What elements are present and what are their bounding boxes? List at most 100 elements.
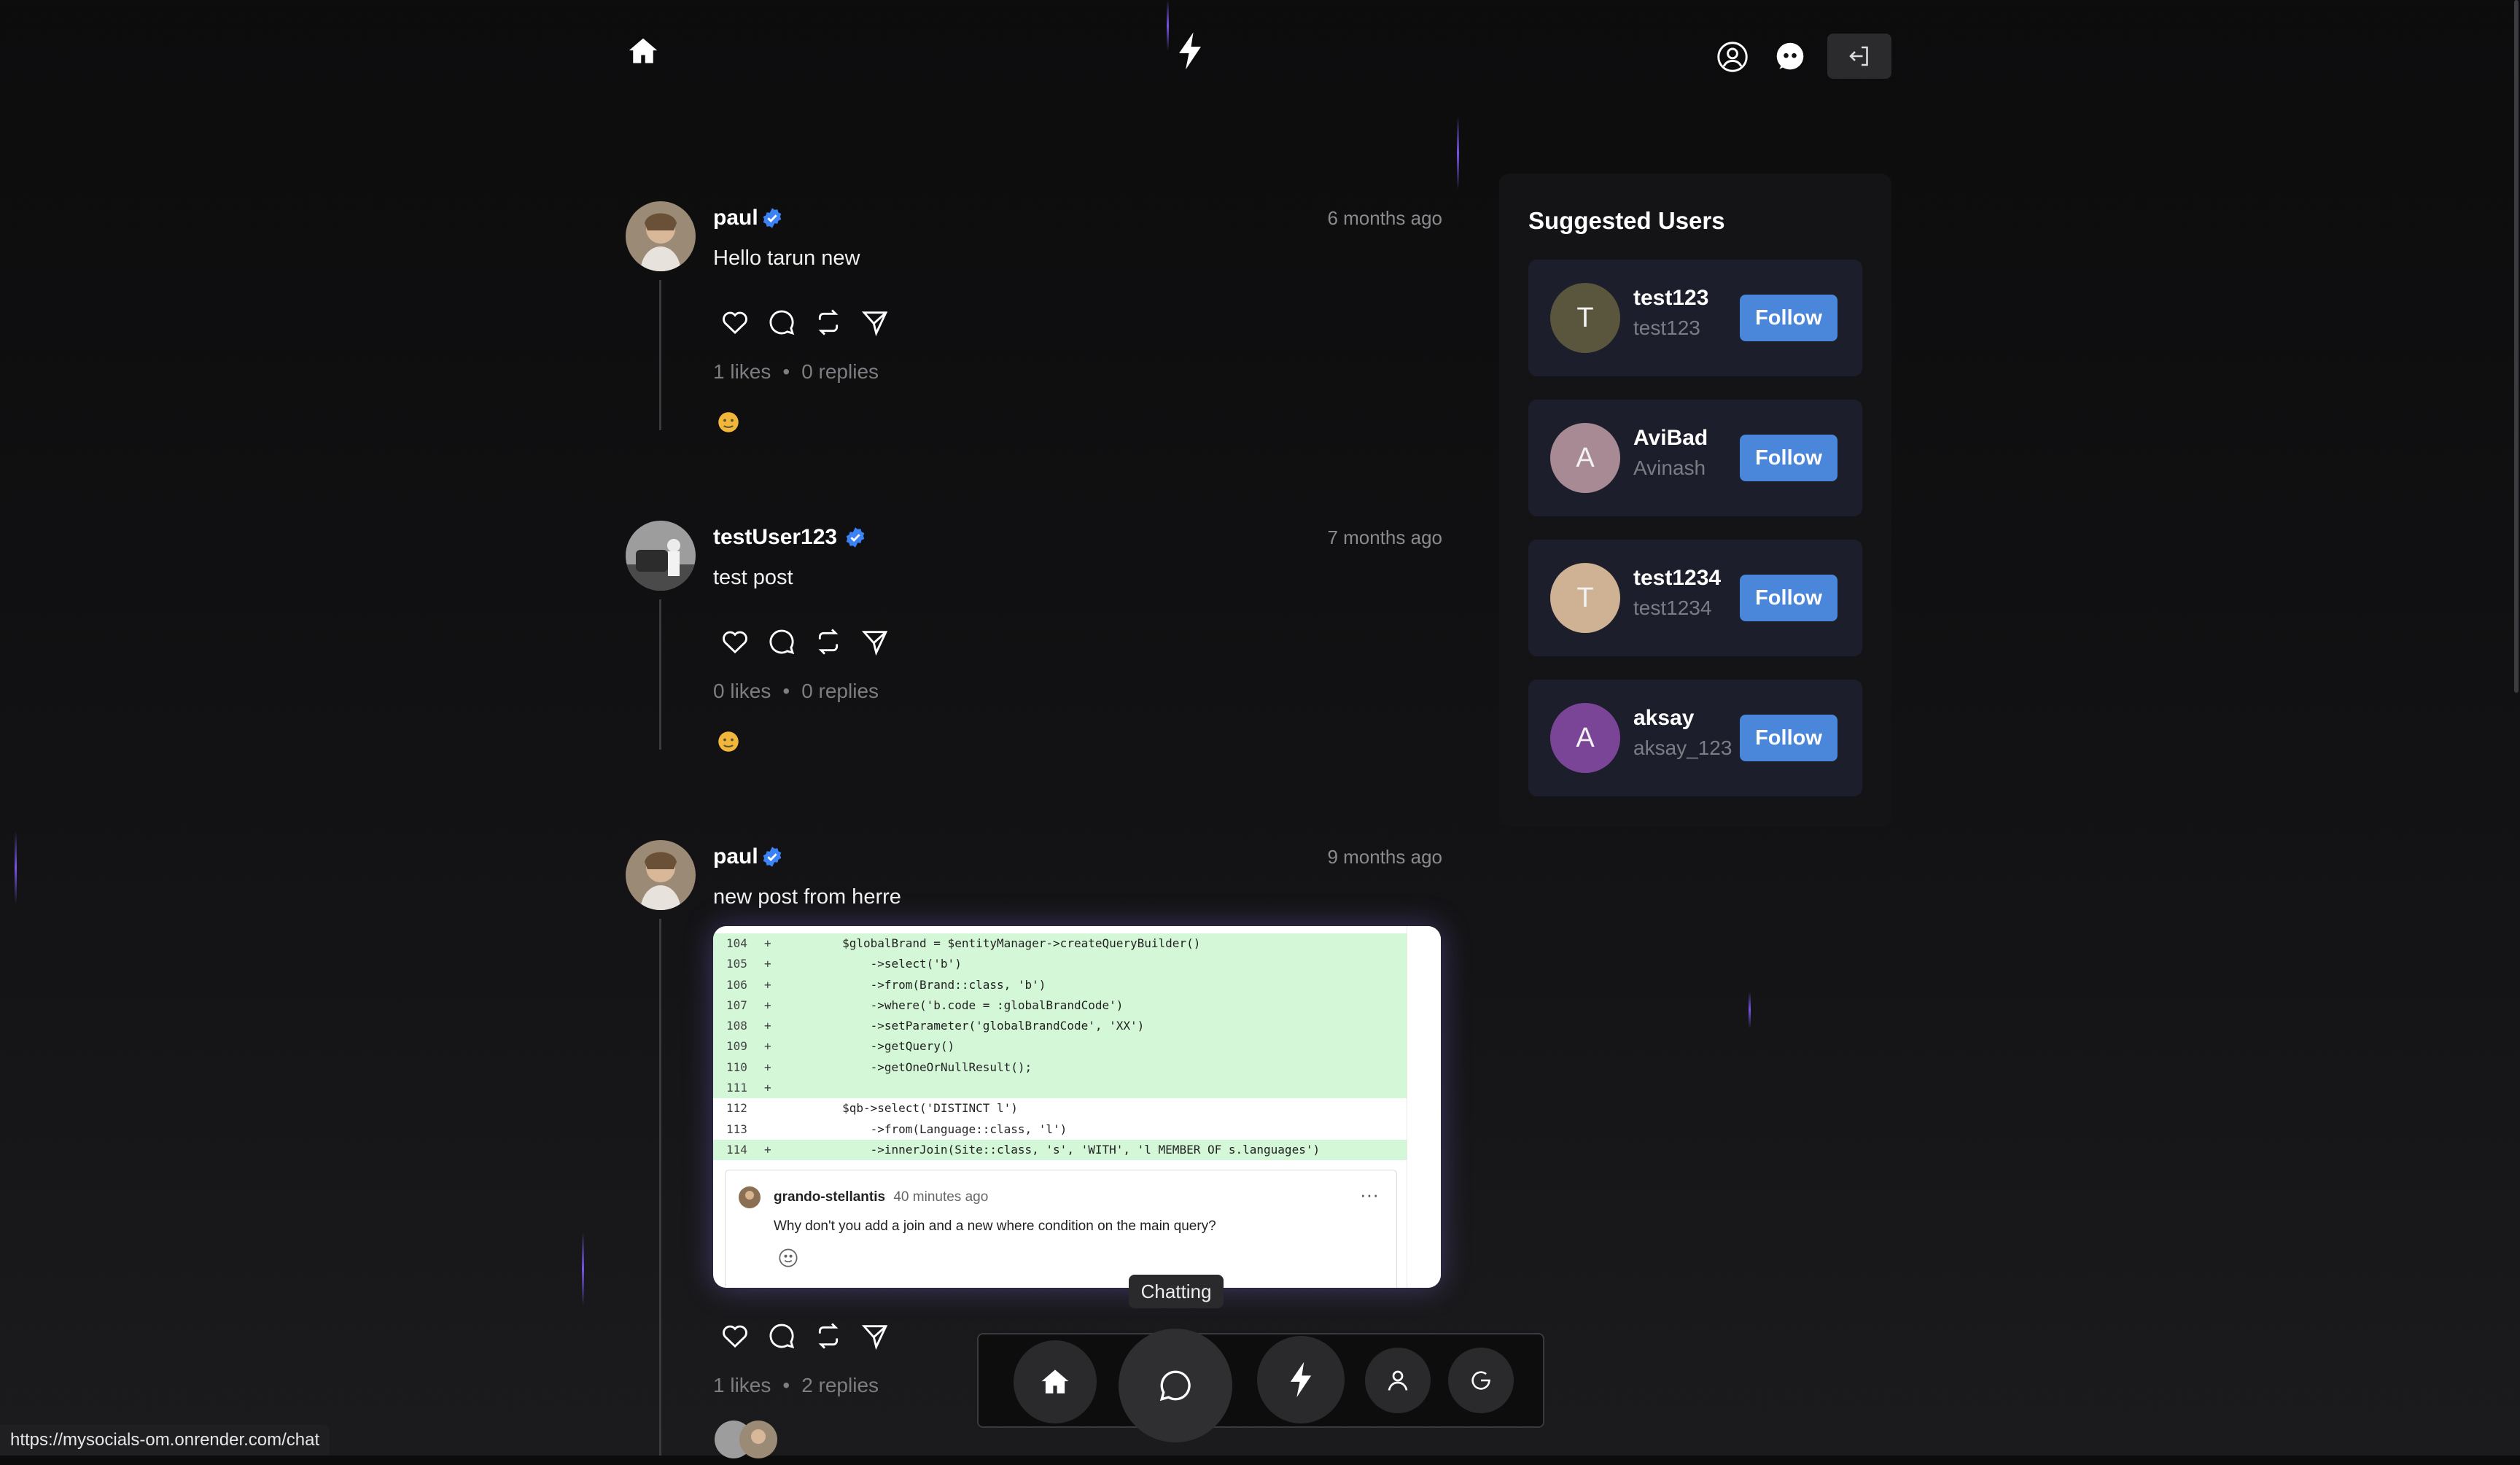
comment-icon[interactable] xyxy=(767,627,796,656)
avatar[interactable]: T xyxy=(1550,283,1620,353)
nav-chat-button[interactable] xyxy=(1119,1329,1232,1442)
comment-time: 40 minutes ago xyxy=(893,1189,989,1205)
post-text: new post from herre xyxy=(713,885,901,909)
suggested-user-name[interactable]: AviBad xyxy=(1633,426,1708,451)
line-number: 106 xyxy=(726,977,747,992)
repost-icon[interactable] xyxy=(814,627,843,656)
comment-menu: ··· xyxy=(1360,1184,1379,1205)
like-icon[interactable] xyxy=(720,308,750,337)
line-number: 112 xyxy=(726,1101,747,1116)
post: paul 6 months ago Hello tarun new 1 like… xyxy=(626,201,1442,442)
code-line: 109 + ->getQuery() xyxy=(713,1036,1407,1057)
post-image[interactable]: 104 + $globalBrand = $entityManager->crea… xyxy=(713,926,1441,1288)
comment-icon[interactable] xyxy=(767,308,796,337)
avatar[interactable]: A xyxy=(1550,423,1620,493)
follow-button[interactable]: Follow xyxy=(1740,715,1838,761)
like-icon[interactable] xyxy=(720,627,750,656)
replies-count[interactable]: 0 replies xyxy=(801,680,879,702)
verified-badge-icon xyxy=(763,847,782,867)
post-actions xyxy=(720,627,890,656)
nav-lightning-button[interactable] xyxy=(1257,1336,1345,1423)
avatar[interactable] xyxy=(626,840,696,910)
code-line: 107 + ->where('b.code = :globalBrandCode'… xyxy=(713,995,1407,1017)
logout-button[interactable] xyxy=(1827,34,1891,79)
post-username[interactable]: testUser123 xyxy=(713,525,837,550)
code-diff: 104 + $globalBrand = $entityManager->crea… xyxy=(713,933,1407,1161)
post-username[interactable]: paul xyxy=(713,206,758,230)
line-number: 108 xyxy=(726,1019,747,1033)
post-username[interactable]: paul xyxy=(713,844,758,869)
home-icon[interactable] xyxy=(624,32,662,70)
suggested-user-handle: Avinash xyxy=(1633,456,1706,479)
share-icon[interactable] xyxy=(860,308,890,337)
follow-button[interactable]: Follow xyxy=(1740,575,1838,621)
comment-icon[interactable] xyxy=(767,1321,796,1351)
post-actions xyxy=(720,1321,890,1351)
suggested-user-card[interactable]: T test1234 test1234 Follow xyxy=(1528,540,1862,656)
suggested-user-handle: aksay_123 xyxy=(1633,737,1732,759)
code-text: ->setParameter('globalBrandCode', 'XX') xyxy=(786,1019,1145,1033)
avatar[interactable] xyxy=(626,201,696,271)
avatar[interactable]: T xyxy=(1550,563,1620,633)
thread-line xyxy=(659,280,661,430)
post-text: test post xyxy=(713,566,793,589)
user-circle-icon[interactable] xyxy=(1715,39,1750,74)
suggested-user-handle: test123 xyxy=(1633,316,1700,339)
suggested-user-card[interactable]: A aksay aksay_123 Follow xyxy=(1528,680,1862,796)
chat-bubbles-icon[interactable] xyxy=(1772,39,1808,74)
suggested-user-name[interactable]: test1234 xyxy=(1633,566,1721,591)
lightning-icon xyxy=(1290,1361,1312,1398)
lightning-icon[interactable] xyxy=(1171,29,1209,73)
likes-count[interactable]: 0 likes xyxy=(713,680,771,702)
suggested-user-name[interactable]: aksay xyxy=(1633,706,1694,731)
code-text: ->getQuery() xyxy=(786,1039,955,1054)
share-icon[interactable] xyxy=(860,627,890,656)
post-time: 9 months ago xyxy=(1327,846,1442,868)
thread-line xyxy=(659,599,661,750)
line-number: 109 xyxy=(726,1039,747,1054)
suggested-user-handle: test1234 xyxy=(1633,597,1712,619)
suggested-user-card[interactable]: A AviBad Avinash Follow xyxy=(1528,400,1862,516)
likes-count[interactable]: 1 likes xyxy=(713,1374,771,1396)
decorative-streak xyxy=(582,1232,584,1305)
nav-home-button[interactable] xyxy=(1014,1340,1097,1423)
comment-author: grando-stellantis xyxy=(774,1189,886,1205)
repost-icon[interactable] xyxy=(814,308,843,337)
post-stats: 1 likes • 0 replies xyxy=(713,360,879,383)
line-number: 111 xyxy=(726,1081,747,1095)
follow-button[interactable]: Follow xyxy=(1740,435,1838,481)
replies-count[interactable]: 0 replies xyxy=(801,360,879,383)
verified-badge-icon xyxy=(763,208,782,228)
code-line: 108 + ->setParameter('globalBrandCode', '… xyxy=(713,1016,1407,1037)
suggested-user-card[interactable]: T test123 test123 Follow xyxy=(1528,260,1862,376)
review-comment: grando-stellantis 40 minutes ago ··· Why… xyxy=(725,1170,1397,1288)
commenter-avatar xyxy=(739,1186,761,1208)
nav-logout-button[interactable] xyxy=(1448,1348,1514,1413)
line-number: 113 xyxy=(726,1122,747,1136)
repost-icon[interactable] xyxy=(814,1321,843,1351)
nav-profile-button[interactable] xyxy=(1365,1348,1431,1413)
code-text: ->from(Language::class, 'l') xyxy=(786,1122,1068,1136)
code-text: $globalBrand = $entityManager->createQue… xyxy=(786,936,1201,950)
diff-marker: + xyxy=(764,936,771,950)
like-icon[interactable] xyxy=(720,1321,750,1351)
share-icon[interactable] xyxy=(860,1321,890,1351)
post-time: 6 months ago xyxy=(1327,207,1442,229)
likes-count[interactable]: 1 likes xyxy=(713,360,771,383)
logout-icon xyxy=(1849,46,1868,66)
avatar[interactable] xyxy=(626,521,696,591)
replies-count[interactable]: 2 replies xyxy=(801,1374,879,1396)
code-text: $qb->select('DISTINCT l') xyxy=(786,1101,1018,1116)
add-reaction-icon xyxy=(779,1248,798,1267)
code-text: ->innerJoin(Site::class, 's', 'WITH', 'l… xyxy=(786,1142,1321,1157)
follow-button[interactable]: Follow xyxy=(1740,295,1838,341)
code-text: ->where('b.code = :globalBrandCode') xyxy=(786,998,1124,1012)
page-scrollbar[interactable] xyxy=(2514,0,2519,693)
line-number: 110 xyxy=(726,1060,747,1074)
chat-icon xyxy=(1159,1370,1191,1402)
logout-icon xyxy=(1471,1371,1490,1390)
emoji-reply-icon xyxy=(718,731,739,752)
suggested-user-name[interactable]: test123 xyxy=(1633,286,1708,311)
code-text: ->from(Brand::class, 'b') xyxy=(786,977,1046,992)
avatar[interactable]: A xyxy=(1550,703,1620,773)
